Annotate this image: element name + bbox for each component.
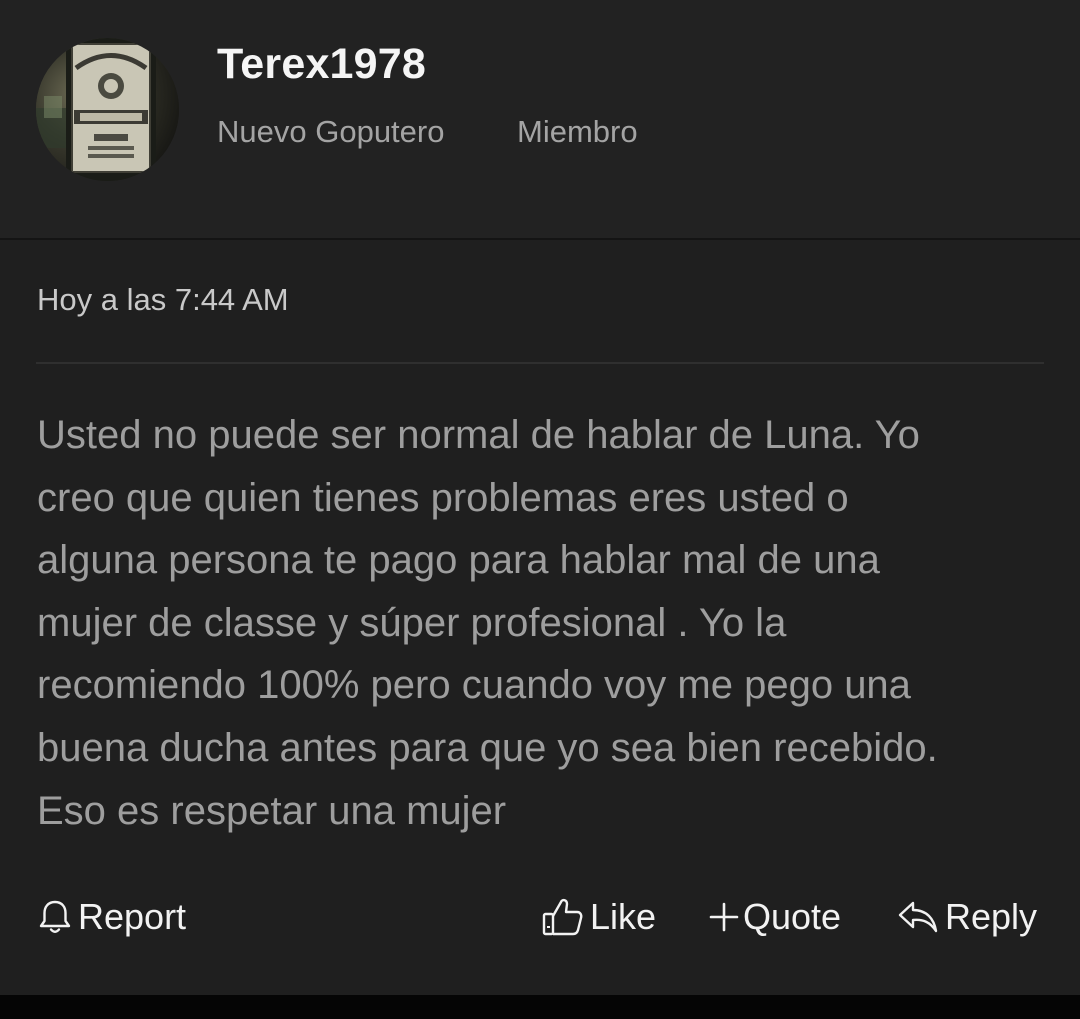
wine-bottle-photo-icon xyxy=(36,38,179,181)
user-title: Nuevo Goputero xyxy=(217,114,445,149)
reply-arrow-icon xyxy=(898,901,938,933)
quote-button[interactable]: Quote xyxy=(709,894,841,940)
message-line: Eso es respetar una mujer xyxy=(37,788,507,833)
post-message: Usted no puede ser normal de hablar de L… xyxy=(37,404,1047,842)
post-header: Terex1978 Nuevo Goputero Miembro xyxy=(0,0,1080,238)
bottom-bar xyxy=(0,995,1080,1019)
report-button[interactable]: Report xyxy=(38,894,186,940)
user-group: Miembro xyxy=(517,114,638,149)
post-page: Terex1978 Nuevo Goputero Miembro Hoy a l… xyxy=(0,0,1080,995)
report-label: Report xyxy=(78,896,187,937)
reply-button[interactable]: Reply xyxy=(897,894,1037,940)
avatar[interactable] xyxy=(36,38,179,181)
message-line: mujer de classe y súper profesional . Yo… xyxy=(37,600,787,645)
message-line: Usted no puede ser normal de hablar de L… xyxy=(37,413,920,457)
message-line: alguna persona te pago para hablar mal d… xyxy=(37,538,880,583)
message-line: recomiendo 100% pero cuando voy me pego … xyxy=(37,663,911,708)
plus-icon xyxy=(709,902,739,932)
thumbs-up-icon xyxy=(542,898,583,936)
like-label: Like xyxy=(590,896,657,937)
content-divider xyxy=(36,362,1044,364)
reply-label: Reply xyxy=(945,896,1038,937)
message-line: creo que quien tienes problemas eres ust… xyxy=(37,475,849,520)
author-username[interactable]: Terex1978 xyxy=(217,40,426,89)
like-button[interactable]: Like xyxy=(542,894,656,940)
quote-label: Quote xyxy=(743,896,842,937)
bell-icon xyxy=(39,900,71,933)
message-line: buena ducha antes para que yo sea bien r… xyxy=(37,725,938,770)
header-divider xyxy=(0,238,1080,240)
post-timestamp[interactable]: Hoy a las 7:44 AM xyxy=(37,282,289,318)
